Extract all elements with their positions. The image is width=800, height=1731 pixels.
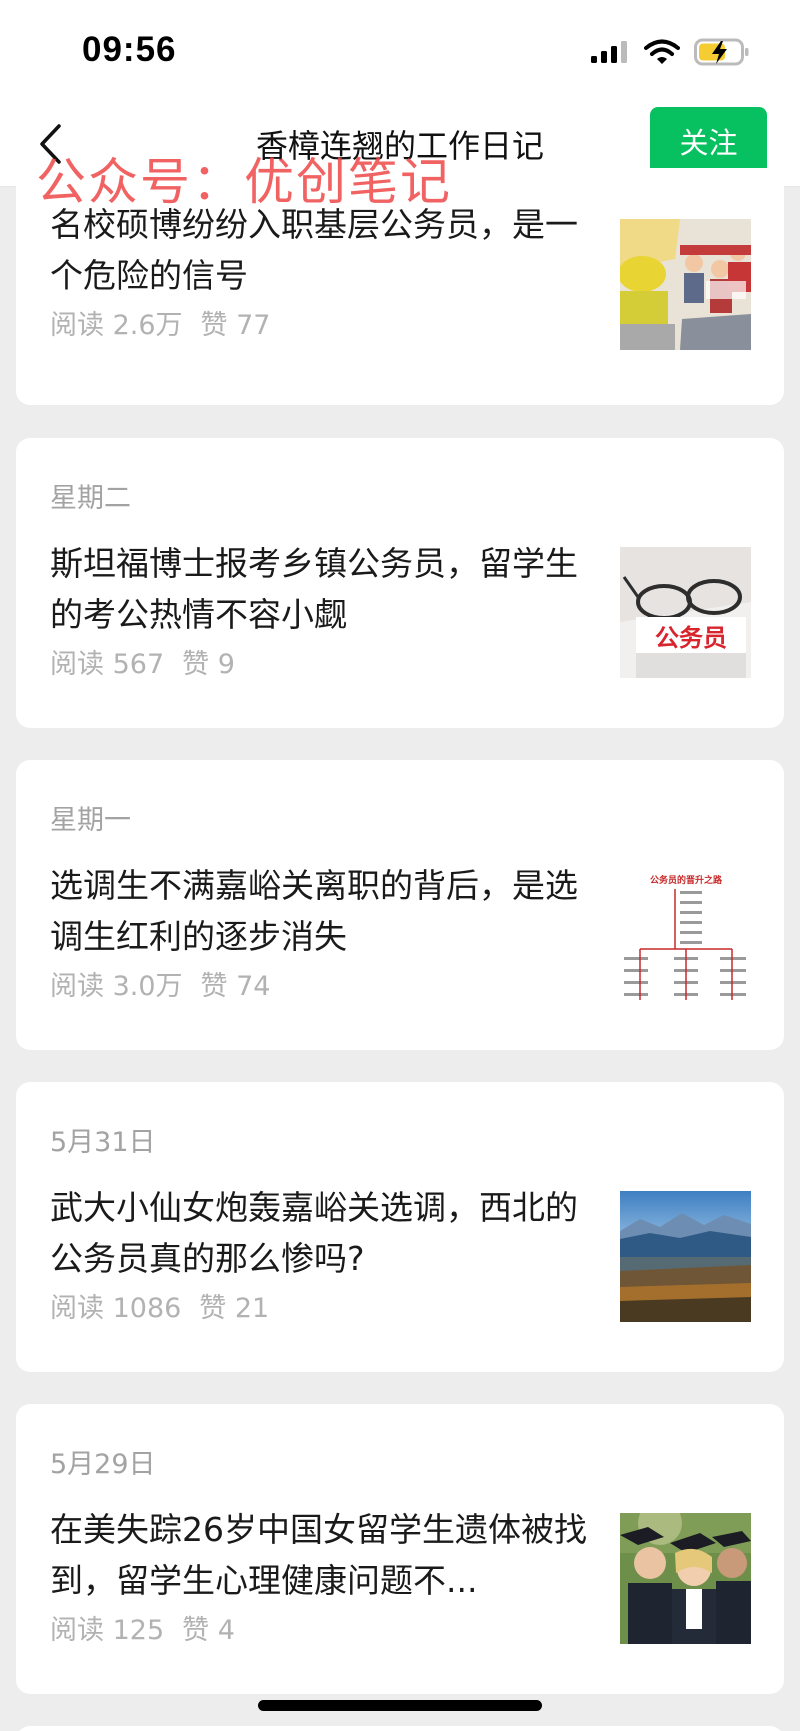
article-date: 星期一 [50, 805, 131, 836]
article-thumbnail: 公务员 [620, 547, 751, 678]
read-count: 阅读 3.0万 [50, 971, 183, 1002]
article-card[interactable]: 5月29日 在美失踪26岁中国女留学生遗体被找到，留学生心理健康问题不... 阅… [16, 1404, 784, 1694]
article-card[interactable]: 星期二 斯坦福博士报考乡镇公务员，留学生的考公热情不容小觑 阅读 567 赞 9 … [16, 438, 784, 728]
article-date: 5月29日 [50, 1449, 156, 1480]
article-thumbnail [620, 219, 751, 350]
article-thumbnail [620, 1513, 751, 1644]
read-count: 阅读 2.6万 [50, 310, 183, 341]
article-title: 武大小仙女炮轰嘉峪关选调，西北的公务员真的那么惨吗? [50, 1188, 578, 1278]
article-card[interactable]: 星期一 选调生不满嘉峪关离职的背后，是选调生红利的逐步消失 阅读 3.0万赞 7… [16, 760, 784, 1050]
home-indicator[interactable] [258, 1700, 542, 1711]
article-date: 5月31日 [50, 1127, 156, 1158]
article-meta: 阅读 125 赞 4 [50, 1608, 235, 1647]
like-count: 赞 77 [200, 310, 271, 341]
article-date: 星期二 [50, 483, 131, 514]
read-count: 阅读 125 [50, 1615, 165, 1646]
like-count: 赞 9 [182, 649, 235, 680]
article-thumbnail [620, 1191, 751, 1322]
article-meta: 阅读 1086 赞 21 [50, 1286, 269, 1325]
status-bar: 09:56 [0, 0, 800, 105]
status-time: 09:56 [82, 30, 177, 69]
article-thumbnail: 公务员的晋升之路 [620, 869, 751, 1000]
article-meta: 阅读 2.6万赞 77 [50, 303, 270, 342]
thumbnail-text: 公务员的晋升之路 [650, 874, 723, 886]
watermark: 公众号：优创笔记 [36, 153, 452, 211]
like-count: 赞 21 [199, 1293, 270, 1324]
thumbnail-text: 公务员 [655, 624, 727, 652]
article-title: 名校硕博纷纷入职基层公务员，是一个危险的信号 [50, 205, 578, 295]
article-meta: 阅读 3.0万赞 74 [50, 964, 270, 1003]
article-title: 在美失踪26岁中国女留学生遗体被找到，留学生心理健康问题不... [50, 1510, 587, 1600]
follow-button[interactable]: 关注 [650, 107, 767, 175]
article-title: 斯坦福博士报考乡镇公务员，留学生的考公热情不容小觑 [50, 544, 578, 634]
article-card[interactable] [16, 1726, 784, 1731]
article-meta: 阅读 567 赞 9 [50, 642, 235, 681]
battery-charging-icon [694, 38, 749, 66]
article-title: 选调生不满嘉峪关离职的背后，是选调生红利的逐步消失 [50, 866, 578, 956]
status-icons [590, 38, 750, 66]
wifi-icon [644, 39, 680, 64]
like-count: 赞 4 [182, 1615, 235, 1646]
like-count: 赞 74 [200, 971, 271, 1002]
article-card[interactable]: 5月31日 武大小仙女炮轰嘉峪关选调，西北的公务员真的那么惨吗? 阅读 1086… [16, 1082, 784, 1372]
read-count: 阅读 1086 [50, 1293, 182, 1324]
read-count: 阅读 567 [50, 649, 165, 680]
signal-icon [591, 41, 627, 63]
